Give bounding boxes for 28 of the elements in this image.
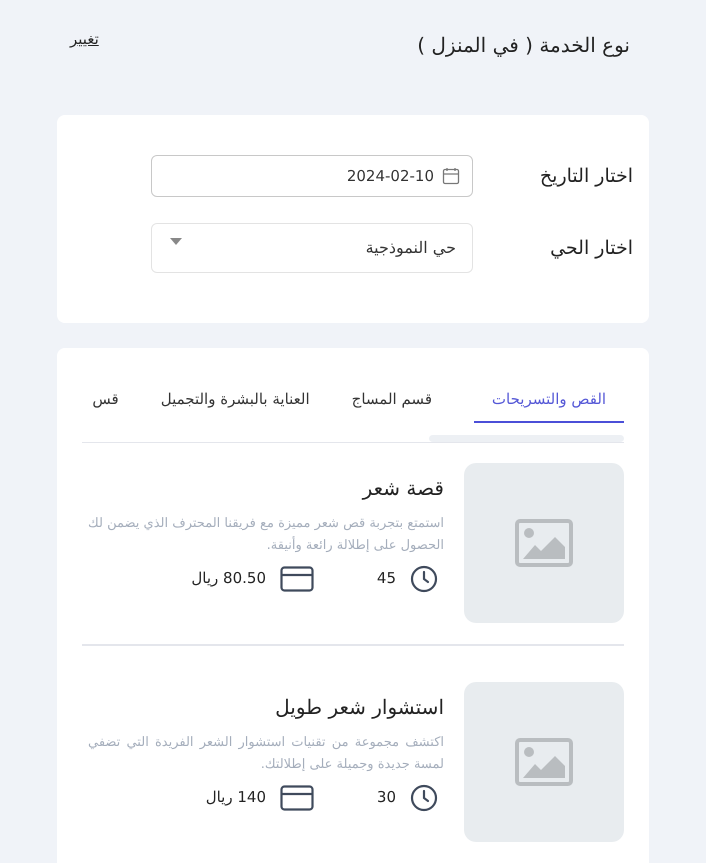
category-tab[interactable]: القص والتسريحات — [474, 388, 624, 422]
district-select[interactable]: حي النموذجية — [151, 223, 473, 273]
service-description: اكتشف مجموعة من تقنيات استشوار الشعر الفريدة التي تضفي لمسة جديدة وجميلة على إطلالتك. — [87, 734, 444, 774]
service-price: 140 ريال — [206, 787, 266, 808]
district-label: اختار الحي — [549, 236, 633, 261]
date-value: 2024-02-10 — [346, 166, 434, 187]
date-field[interactable]: 2024-02-10 — [151, 155, 473, 197]
dropdown-caret-icon — [170, 238, 182, 245]
category-tab[interactable]: العناية بالبشرة والتجميل — [160, 388, 310, 422]
calendar-icon — [442, 167, 460, 185]
category-tab[interactable]: قسم المساج — [352, 388, 432, 422]
service-description: استمتع بتجربة قص شعر مميزة مع فريقنا المحترف الذي يضمن لك الحصول على إطلالة رائعة وأنيقة. — [87, 514, 444, 554]
change-link[interactable]: تغيير — [70, 28, 99, 50]
image-icon — [515, 518, 573, 566]
service-type-title: نوع الخدمة ( في المنزل ) — [417, 32, 630, 59]
service-duration: 45 — [376, 568, 396, 590]
service-name: استشوار شعر طويل — [274, 694, 444, 721]
scrollbar-thumb[interactable] — [429, 434, 624, 442]
clock-icon — [410, 564, 438, 592]
service-duration: 30 — [376, 787, 396, 808]
service-price: 80.50 ريال — [191, 568, 266, 590]
service-name: قصة شعر — [360, 474, 444, 502]
clock-icon — [410, 784, 438, 812]
category-tab[interactable]: قس — [92, 388, 119, 422]
credit-card-icon — [280, 784, 314, 810]
date-label: اختار التاريخ — [538, 164, 633, 189]
credit-card-icon — [280, 566, 314, 592]
image-icon — [515, 738, 573, 786]
